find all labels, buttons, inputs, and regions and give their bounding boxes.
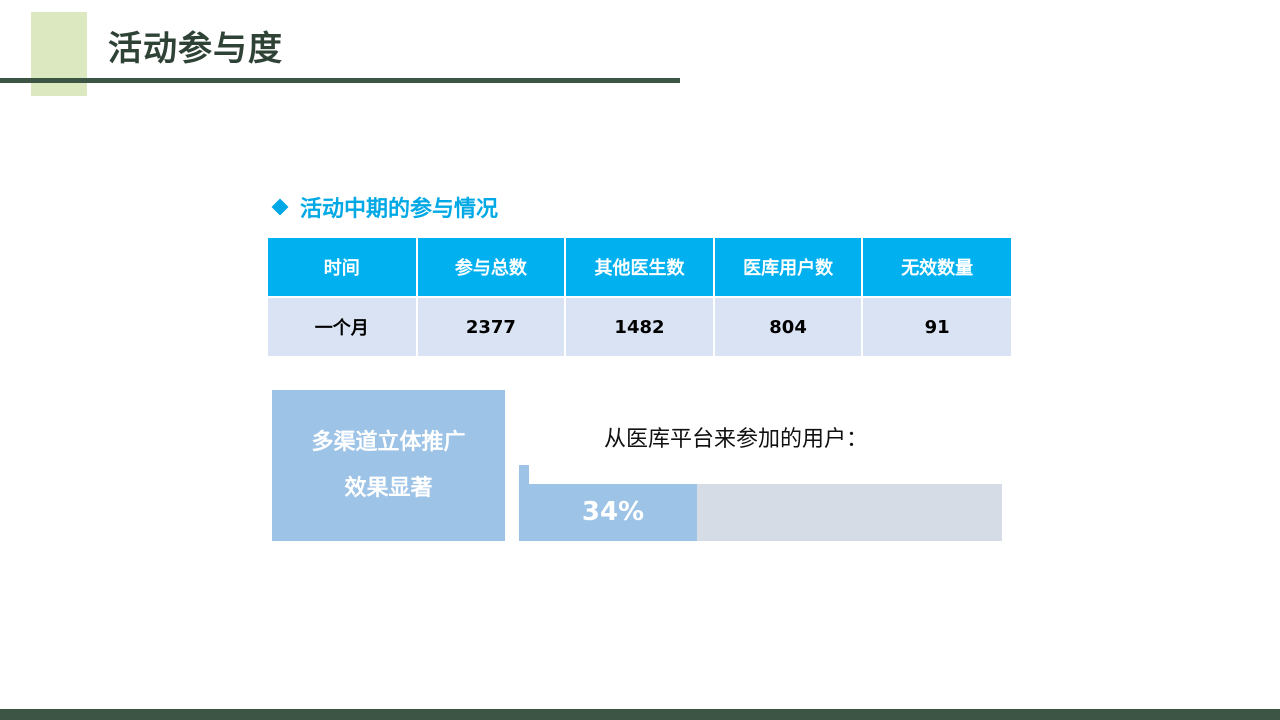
progress-track: 34% — [519, 484, 1002, 541]
diamond-bullet-icon — [271, 198, 289, 216]
column-header-platform-users: 医库用户数 — [713, 238, 864, 298]
participation-table: 时间 参与总数 其他医生数 医库用户数 无效数量 一个月 2377 1482 8… — [268, 238, 1011, 356]
column-header-invalid: 无效数量 — [862, 238, 1011, 298]
section-heading-text: 活动中期的参与情况 — [300, 197, 499, 222]
header-accent-block — [31, 12, 87, 96]
page-title: 活动参与度 — [108, 29, 283, 69]
stat-label: 从医库平台来参加的用户： — [604, 427, 869, 452]
table-cell-time: 一个月 — [268, 297, 418, 356]
table-cell-total: 2377 — [416, 297, 567, 356]
column-header-other-doctors: 其他医生数 — [565, 238, 715, 298]
promo-box: 多渠道立体推广 效果显著 — [272, 390, 505, 541]
progress-value: 34% — [581, 497, 645, 527]
section-heading: 活动中期的参与情况 — [271, 191, 498, 223]
promo-line-1: 多渠道立体推广 — [311, 429, 466, 455]
table-cell-other-doctors: 1482 — [565, 297, 715, 356]
column-header-time: 时间 — [268, 238, 418, 298]
table-cell-invalid: 91 — [862, 297, 1011, 356]
progress-marker — [519, 465, 529, 485]
table-cell-platform-users: 804 — [713, 297, 864, 356]
table-row: 一个月 2377 1482 804 91 — [268, 297, 1011, 356]
column-header-total: 参与总数 — [416, 238, 567, 298]
footer-bar — [0, 709, 1280, 720]
promo-line-2: 效果显著 — [344, 475, 433, 501]
slide: 活动参与度 活动中期的参与情况 时间 参与总数 其他医生数 医库用户数 无效数量… — [0, 0, 1280, 720]
table-header-row: 时间 参与总数 其他医生数 医库用户数 无效数量 — [268, 238, 1011, 298]
header-underline — [0, 78, 680, 83]
